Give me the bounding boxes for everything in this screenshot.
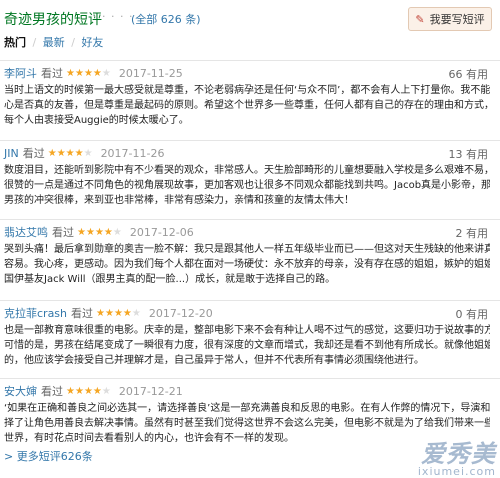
pencil-icon: ✎ (415, 12, 425, 26)
review-date: 2017-12-20 (148, 306, 213, 320)
review-text-line: 世界，有时花点时间去看看别人的内心，也许会有不一样的发现。 (4, 433, 294, 444)
star-icon: ★ (74, 385, 84, 397)
star-icon: ★ (85, 226, 95, 238)
tab-bar: 热门 / 最新 / 好友 (4, 34, 106, 50)
star-icon: ★ (74, 67, 84, 79)
tab-separator: / (71, 36, 75, 49)
star-icon: ★ (83, 67, 93, 79)
star-icon: ★ (101, 67, 111, 79)
star-icon: ★ (66, 385, 75, 397)
watched-status: 看过 (71, 307, 94, 320)
star-icon: ★ (83, 147, 93, 159)
review-user-link[interactable]: 翡达艾鸣 (4, 224, 48, 240)
star-icon: ★ (56, 147, 66, 159)
star-icon: ★ (131, 307, 141, 319)
review-text: 当时上语文的时候第一最大感受就是尊重，不论老弱病孕还是任何‘与众不同’，都不会有… (4, 83, 490, 128)
tab-separator: / (32, 36, 37, 49)
watched-status: 看过 (52, 226, 74, 239)
review-item: 李阿斗 看过 ★★★★★ 2017-11-25 66 有用 当时上语文的时候第一最大感受就… (0, 60, 500, 139)
review-item: 克拉菲crash 看过 ★★★★★ 2017-12-20 0 有用 也是一部教育意味很重的… (0, 300, 500, 379)
review-text-line: 容易。我心疼，更感动。因为我们每个人都在面对一场硬仗：永不放弃的母亲，没有存在感… (4, 259, 490, 270)
review-text: 哭到头痛！最后拿到勋章的奥吉一脸不解：我只是跟其他人一样五年级毕业而已——但这对… (4, 242, 490, 287)
review-text-line: ‘如果在正确和善良之间必选其一，请选择善良’这是一部充满善良和反思的电影。在有人… (4, 403, 490, 414)
watched-status: 看过 (41, 385, 63, 398)
rating-stars: ★★★★★ (77, 227, 122, 238)
star-icon: ★ (47, 147, 57, 159)
useful-count[interactable]: 66 有用 (449, 66, 489, 82)
star-icon: ★ (65, 147, 75, 159)
review-header: 翡达艾鸣 看过 ★★★★★ 2017-12-06 (4, 224, 194, 240)
rating-stars: ★★★★★ (96, 308, 141, 319)
review-text-line: 男孩的冲突很棒，来到亚也非常棒，非常有感染力，亲情和孩童的友情太伟大！ (4, 195, 354, 206)
star-icon: ★ (66, 67, 75, 79)
review-date: 2017-12-06 (129, 225, 194, 239)
review-user-link[interactable]: JIN (4, 147, 19, 160)
review-header: 安大婶 看过 ★★★★★ 2017-12-21 (4, 383, 183, 399)
review-user-link[interactable]: 克拉菲crash (4, 305, 67, 321)
review-user-link[interactable]: 安大婶 (4, 383, 37, 399)
star-icon: ★ (92, 385, 102, 397)
star-icon: ★ (77, 226, 86, 238)
star-icon: ★ (122, 307, 132, 319)
review-text-line: 哭到头痛！最后拿到勋章的奥吉一脸不解：我只是跟其他人一样五年级毕业而已——但这对… (4, 244, 490, 255)
review-header: 李阿斗 看过 ★★★★★ 2017-11-25 (4, 65, 183, 81)
review-text-line: 也是一部教育意味很重的电影。庆幸的是，整部电影下来不会有种让人喝不过气的感觉，这… (4, 325, 490, 336)
tab-hot[interactable]: 热门 (4, 36, 26, 49)
review-item: 翡达艾鸣 看过 ★★★★★ 2017-12-06 2 有用 哭到头痛！最后拿到勋章的奥吉一… (0, 219, 500, 298)
review-text-line: 当时上语文的时候第一最大感受就是尊重，不论老弱病孕还是任何‘与众不同’，都不会有… (4, 85, 490, 96)
review-text-line: 的，他应该学会接受自己并理解才是，自己虽异于常人，但并不代表所有事情必须围绕他进… (4, 355, 424, 366)
review-text-line: 很赞的一点是通过不同角色的视角展现故事，更加客观也让很多不同观众都能找到共鸣。J… (4, 180, 490, 191)
review-date: 2017-11-26 (100, 146, 165, 160)
useful-count[interactable]: 13 有用 (449, 146, 489, 162)
star-icon: ★ (83, 385, 93, 397)
review-date: 2017-12-21 (118, 384, 183, 398)
review-text: 数度泪目，还能听到影院中有不少看哭的观众，非常感人。天生脸部畸形的儿童想要融入学… (4, 163, 490, 208)
review-date: 2017-11-25 (118, 66, 183, 80)
review-text-line: 数度泪目，还能听到影院中有不少看哭的观众，非常感人。天生脸部畸形的儿童想要融入学… (4, 165, 490, 176)
rating-stars: ★★★★★ (66, 68, 111, 79)
useful-count[interactable]: 0 有用 (456, 306, 489, 322)
star-icon: ★ (112, 226, 122, 238)
star-icon: ★ (74, 147, 84, 159)
review-item: 安大婶 看过 ★★★★★ 2017-12-21 ‘如果在正确和善良之间必选其一，请选择善… (0, 378, 500, 457)
review-header: 克拉菲crash 看过 ★★★★★ 2017-12-20 (4, 305, 213, 321)
review-item: JIN 看过 ★★★★★ 2017-11-26 13 有用 数度泪目，还能听到影院中有不少… (0, 140, 500, 219)
star-icon: ★ (113, 307, 123, 319)
star-icon: ★ (96, 307, 105, 319)
rating-stars: ★★★★★ (66, 386, 111, 397)
review-text-line: 可惜的是，男孩在结尾变成了一瞬很有力度，很有深度的文章而增式，我却还是看不到他有… (4, 340, 490, 351)
star-icon: ★ (103, 226, 113, 238)
review-text-line: 每个人由衷接受Auggie的时候太暖心了。 (4, 115, 189, 126)
rating-stars: ★★★★★ (48, 148, 93, 159)
star-icon: ★ (104, 307, 114, 319)
star-icon: ★ (94, 226, 104, 238)
watched-status: 看过 (22, 147, 45, 160)
review-text: ‘如果在正确和善良之间必选其一，请选择善良’这是一部充满善良和反思的电影。在有人… (4, 401, 490, 446)
useful-count[interactable]: 2 有用 (456, 225, 489, 241)
page-title: 奇迹男孩的短评 (4, 12, 102, 28)
tab-new[interactable]: 最新 (43, 36, 65, 49)
review-user-link[interactable]: 李阿斗 (4, 65, 37, 81)
review-text: 也是一部教育意味很重的电影。庆幸的是，整部电影下来不会有种让人喝不过气的感觉，这… (4, 323, 490, 368)
review-text-line: 心是否真的友善，但是尊重是最起码的原则。希望这个世界多一些尊重，任何人都有自己的… (4, 100, 490, 111)
more-reviews-link[interactable]: > 更多短评626条 (4, 448, 93, 464)
write-review-label: 我要写短评 (429, 13, 485, 26)
review-header: JIN 看过 ★★★★★ 2017-11-26 (4, 146, 165, 161)
review-text-line: 国伊基友Jack Will（跟男主真的配一脸...）成长，就是敢于选择自己的路。 (4, 274, 336, 285)
all-count-link[interactable]: (全部 626 条) (131, 11, 201, 27)
review-text-line: 择了让角色用善良去解决事情。虽然有时甚至我们觉得这世界不会这么完美，但电影不就是… (4, 418, 490, 429)
write-review-button[interactable]: ✎ 我要写短评 (408, 7, 492, 31)
star-icon: ★ (92, 67, 102, 79)
tab-friends[interactable]: 好友 (81, 36, 103, 49)
star-icon: ★ (101, 385, 111, 397)
watched-status: 看过 (41, 67, 63, 80)
